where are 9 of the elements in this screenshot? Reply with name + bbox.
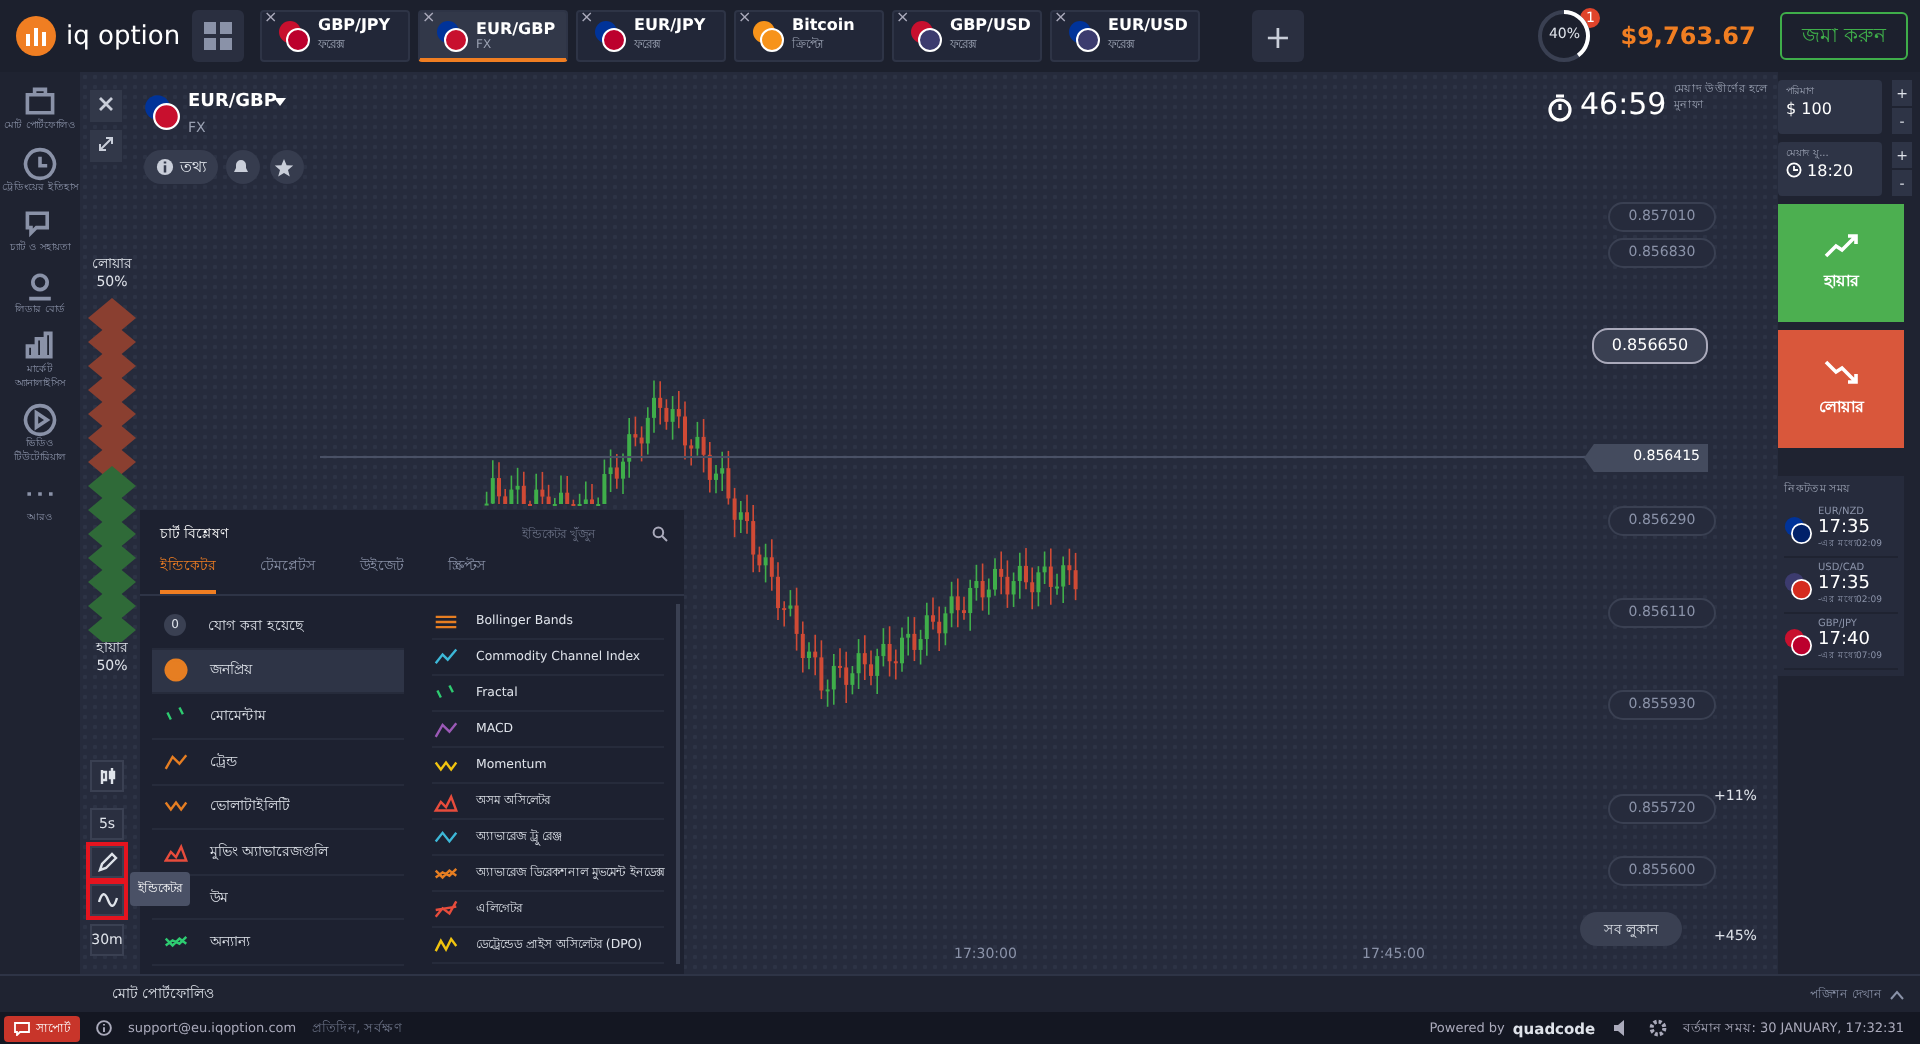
- logo-text: iq option: [66, 21, 181, 51]
- asset-name: GBP/JPY: [318, 16, 391, 34]
- price-level-label: 0.856650: [1592, 328, 1708, 364]
- asset-name: Bitcoin: [792, 16, 855, 34]
- expiry-timer: 46:59: [1580, 86, 1667, 122]
- asset-name: GBP/USD: [950, 16, 1031, 34]
- asset-name: EUR/USD: [1108, 16, 1188, 34]
- asset-name: EUR/JPY: [634, 16, 706, 34]
- asset-name: EUR/GBP: [476, 19, 556, 37]
